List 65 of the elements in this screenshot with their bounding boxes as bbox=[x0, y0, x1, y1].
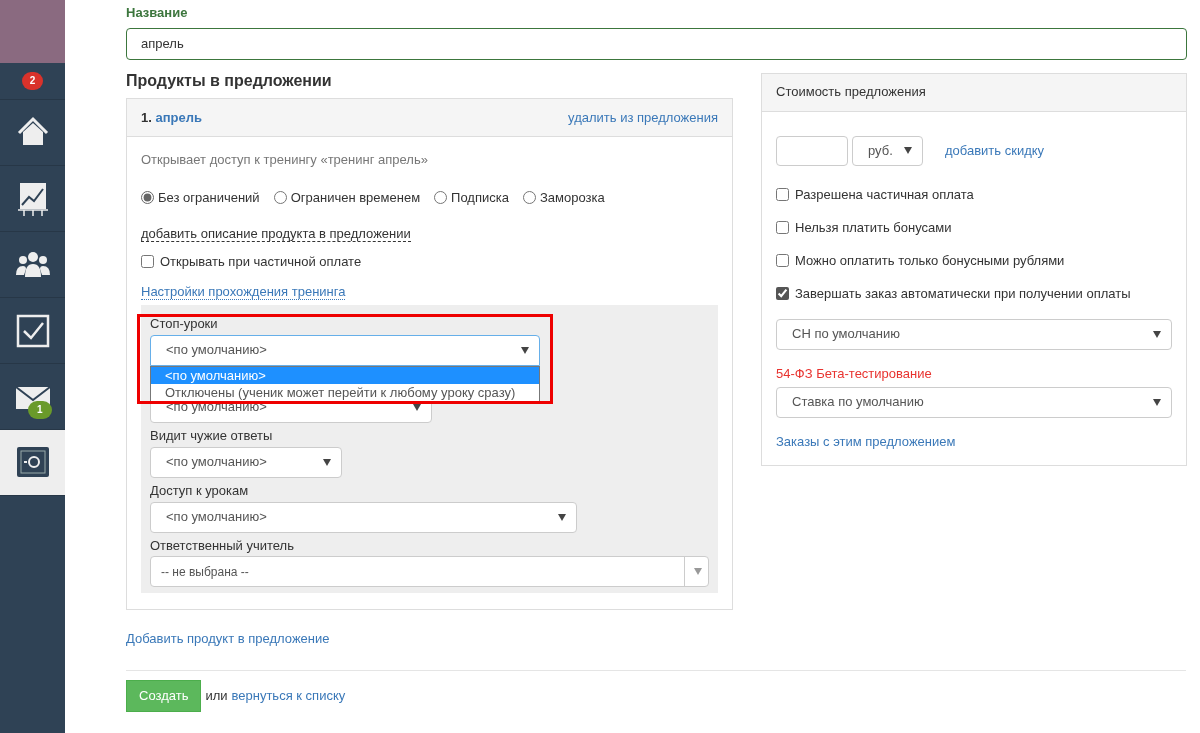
currency-select[interactable]: руб. bbox=[852, 135, 923, 166]
select-field[interactable]: Ставка по умолчанию bbox=[776, 386, 1172, 418]
radio-button[interactable] bbox=[141, 191, 154, 205]
price-input[interactable] bbox=[776, 135, 848, 166]
field-label: Доступ к урокам bbox=[150, 481, 250, 500]
select-value: <по умолчанию> bbox=[166, 399, 267, 417]
select-field[interactable]: <по умолчанию> bbox=[150, 446, 342, 478]
beta-label: 54-ФЗ Бета-тестирование bbox=[776, 364, 933, 383]
select-value: <по умолчанию> bbox=[166, 341, 267, 360]
checkbox-label: Открывать при частичной оплате bbox=[160, 252, 362, 271]
settings-link[interactable]: Настройки прохождения тренинга bbox=[141, 283, 346, 300]
caret-icon bbox=[521, 346, 529, 354]
remove-link[interactable]: удалить из предложения bbox=[568, 108, 718, 127]
orders-link[interactable]: Заказы с этим предложением bbox=[776, 433, 956, 449]
panel-title: Стоимость предложения bbox=[776, 83, 926, 102]
checkbox[interactable] bbox=[776, 188, 789, 202]
radio-button[interactable] bbox=[434, 191, 448, 205]
select-value: СН по умолчанию bbox=[792, 325, 900, 344]
checkbox-label: Можно оплатить только бонусными рублями bbox=[795, 251, 1065, 270]
access-text: Открывает доступ к тренингу «тренинг апрель» bbox=[141, 151, 429, 169]
field-label: Название bbox=[126, 4, 189, 22]
notification-badge: 2 bbox=[21, 72, 44, 90]
product-title: 1. апрель bbox=[141, 108, 202, 127]
section-heading: Продукты в предложении bbox=[126, 70, 333, 91]
select-value: <по умолчанию> bbox=[166, 508, 267, 526]
radio-button[interactable] bbox=[522, 191, 536, 205]
caret-icon bbox=[904, 147, 912, 155]
field-label: Видит чужие ответы bbox=[150, 426, 274, 445]
select-field[interactable]: <по умолчанию> bbox=[150, 334, 540, 366]
unread-badge: 1 bbox=[28, 401, 52, 419]
select-field[interactable]: СН по умолчанию bbox=[776, 318, 1172, 350]
name-input[interactable]: апрель bbox=[126, 27, 1187, 60]
radio-button[interactable] bbox=[273, 191, 287, 205]
field-label: Стоп-уроки bbox=[150, 314, 219, 333]
checkbox[interactable] bbox=[776, 254, 789, 268]
caret-icon bbox=[694, 568, 702, 576]
select-field[interactable]: -- не выбрана -- bbox=[150, 556, 709, 588]
checkbox[interactable] bbox=[141, 255, 154, 269]
caret-icon bbox=[558, 513, 566, 521]
product-link[interactable]: апрель bbox=[155, 109, 202, 125]
radio-label: Подписка bbox=[451, 188, 509, 207]
sidebar-item[interactable] bbox=[0, 430, 65, 496]
or-text: или bbox=[205, 687, 228, 706]
checkbox-label: Разрешена частичная оплата bbox=[795, 185, 974, 204]
caret-icon bbox=[413, 403, 421, 411]
select-value: Ставка по умолчанию bbox=[792, 393, 924, 412]
checkbox[interactable] bbox=[776, 221, 789, 235]
select-value: руб. bbox=[868, 141, 893, 160]
caret-icon bbox=[323, 458, 331, 466]
checkbox-label: Нельзя платить бонусами bbox=[795, 218, 952, 237]
radio-label: Ограничен временем bbox=[290, 188, 421, 207]
radio-label: Заморозка bbox=[539, 188, 605, 207]
select-value: <по умолчанию> bbox=[166, 453, 267, 472]
caret-icon bbox=[1153, 398, 1161, 406]
select-field[interactable]: <по умолчанию> bbox=[150, 501, 577, 533]
back-link[interactable]: вернуться к списку bbox=[231, 687, 346, 706]
checkbox-label: Завершать заказ автоматически при получении оплаты bbox=[795, 284, 1131, 303]
radio-label: Без ограничений bbox=[158, 188, 260, 207]
select-value: -- не выбрана -- bbox=[161, 563, 249, 581]
add-product-link[interactable]: Добавить продукт в предложение bbox=[126, 631, 330, 647]
checkbox[interactable] bbox=[776, 287, 789, 301]
caret-icon bbox=[1153, 330, 1161, 338]
field-label: Ответственный учитель bbox=[150, 536, 295, 555]
description-link[interactable]: добавить описание продукта в предложении bbox=[141, 225, 411, 242]
discount-link[interactable]: добавить скидку bbox=[945, 141, 1045, 160]
